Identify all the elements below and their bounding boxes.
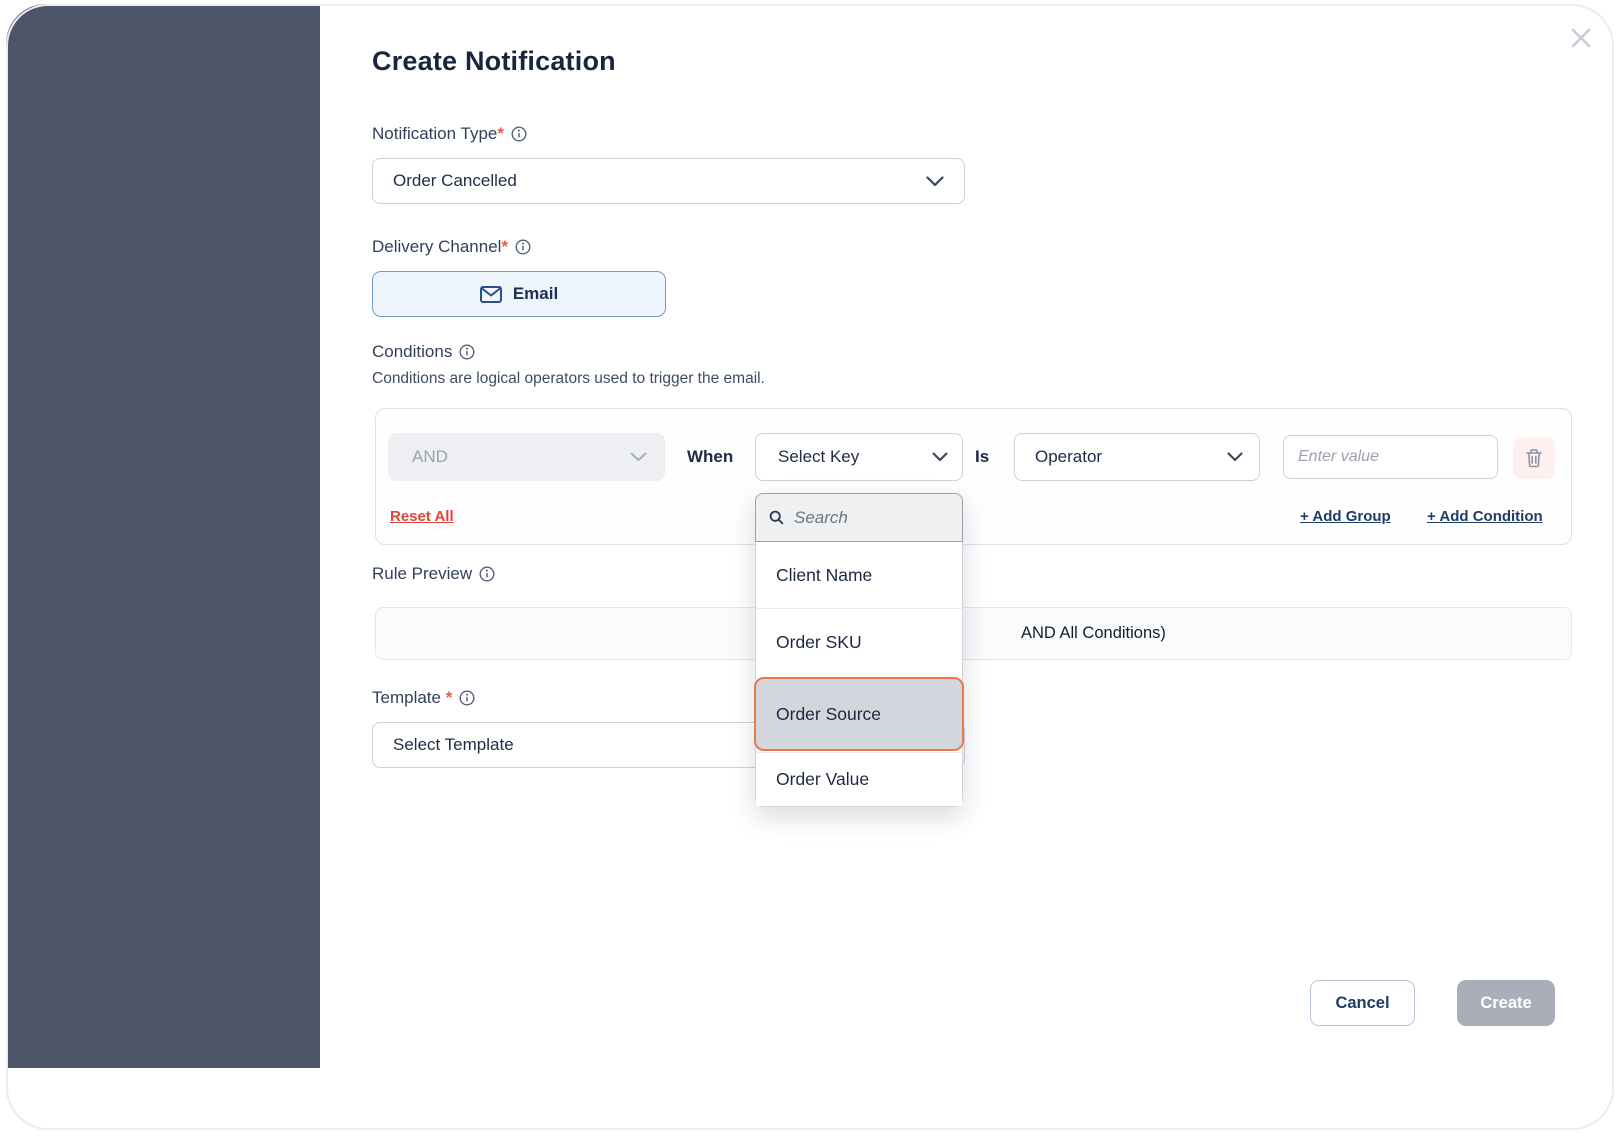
condition-key-value: Select Key [778,447,859,467]
required-asterisk: * [446,688,453,707]
chevron-down-icon [630,452,647,462]
info-icon[interactable] [515,239,531,255]
close-icon[interactable] [1568,25,1594,51]
key-option-order-value[interactable]: Order Value [756,752,962,806]
key-option-client-name[interactable]: Client Name [756,542,962,608]
logic-operator-select: AND [388,433,665,481]
info-icon[interactable] [511,126,527,142]
rule-preview-box: AND All Conditions) [375,607,1572,660]
add-group-link[interactable]: + Add Group [1300,508,1391,525]
sidebar-backdrop [6,4,320,1068]
template-label: Template * [372,688,452,708]
reset-all-link[interactable]: Reset All [390,508,454,525]
key-option-order-sku[interactable]: Order SKU [756,608,962,676]
chevron-down-icon [932,452,948,462]
trash-icon [1525,448,1543,468]
info-icon[interactable] [459,344,475,360]
notification-type-label-row: Notification Type* [372,124,527,144]
email-channel-button[interactable]: Email [372,271,666,317]
cancel-button[interactable]: Cancel [1310,980,1415,1026]
delivery-channel-label-row: Delivery Channel* [372,237,531,257]
rule-preview-text: AND All Conditions) [1021,608,1166,659]
delete-condition-button[interactable] [1513,437,1555,479]
rule-preview-label-row: Rule Preview [372,564,495,584]
condition-value-field [1283,435,1498,479]
conditions-label-row: Conditions [372,342,475,362]
conditions-description: Conditions are logical operators used to… [372,370,765,388]
template-label-row: Template * [372,688,475,708]
conditions-label: Conditions [372,342,452,362]
key-dropdown-search [755,493,963,542]
logic-operator-value: AND [412,447,448,467]
key-option-order-source[interactable]: Order Source [754,677,964,751]
key-dropdown-options: Client NameOrder SKUOrder SourceOrder Va… [756,542,962,806]
info-icon[interactable] [459,690,475,706]
email-icon [480,286,502,303]
delivery-channel-label: Delivery Channel* [372,237,508,257]
page-title: Create Notification [372,46,616,77]
email-channel-label: Email [513,284,558,304]
is-label: Is [975,433,989,481]
rule-preview-label: Rule Preview [372,564,472,584]
notification-type-label: Notification Type* [372,124,504,144]
notification-type-select[interactable]: Order Cancelled [372,158,965,204]
app-screen: Client ManagementUser ManagementReport M… [0,0,1618,1140]
condition-value-input[interactable] [1283,435,1498,479]
required-asterisk: * [501,237,508,256]
condition-operator-value: Operator [1035,447,1102,467]
condition-key-select[interactable]: Select Key [755,433,963,481]
key-dropdown-panel: Client NameOrder SKUOrder SourceOrder Va… [755,493,963,807]
template-value: Select Template [393,735,514,755]
search-icon [769,510,784,525]
create-notification-modal: Create Notification Notification Type* O… [320,4,1614,1128]
key-search-input[interactable] [792,507,926,529]
notification-type-value: Order Cancelled [393,171,517,191]
create-button[interactable]: Create [1457,980,1555,1026]
chevron-down-icon [1227,452,1243,462]
when-label: When [687,433,733,481]
info-icon[interactable] [479,566,495,582]
add-condition-link[interactable]: + Add Condition [1427,508,1543,525]
condition-operator-select[interactable]: Operator [1014,433,1260,481]
chevron-down-icon [926,176,944,187]
required-asterisk: * [497,124,504,143]
